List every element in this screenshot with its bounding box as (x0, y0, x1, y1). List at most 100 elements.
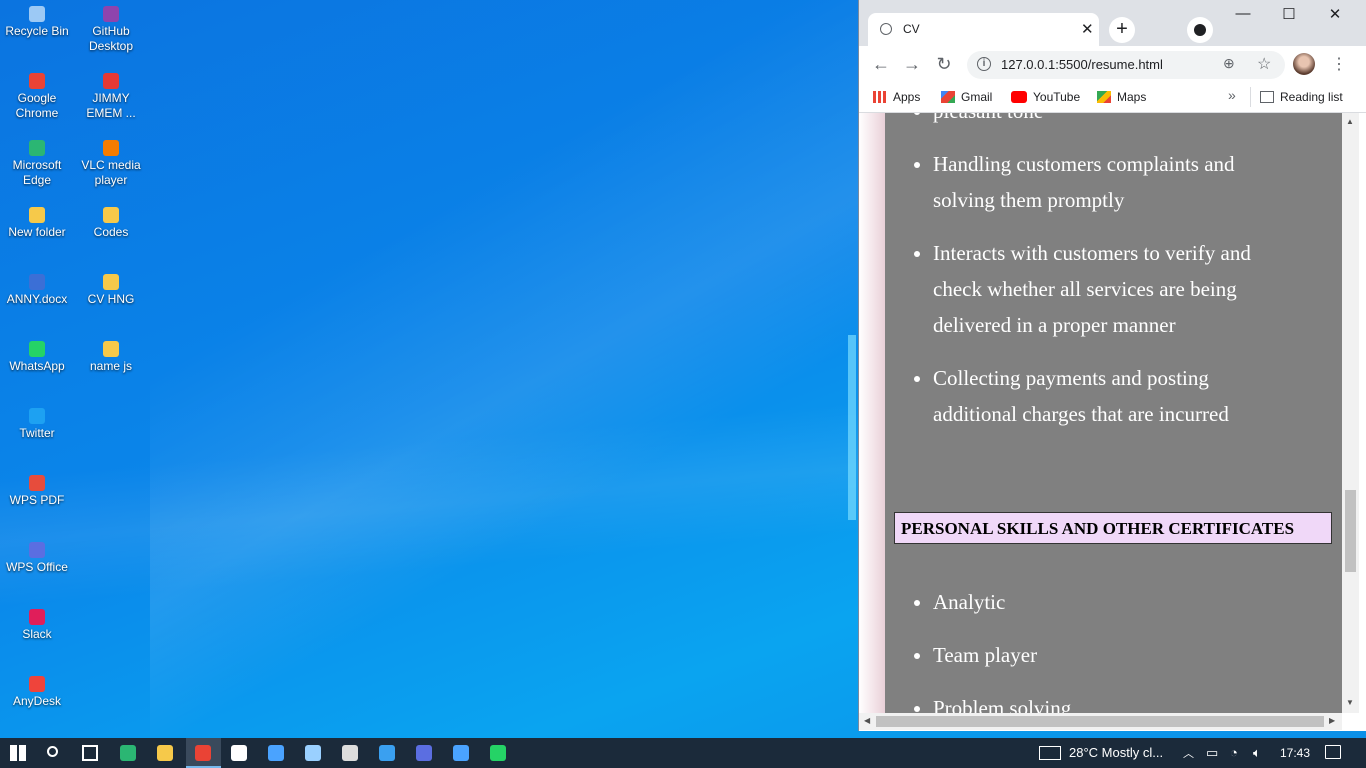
chrome-icon[interactable] (195, 745, 211, 761)
notifications-icon[interactable] (1325, 745, 1341, 759)
desktop-icon-label: Twitter (19, 426, 55, 440)
scroll-down-arrow-icon[interactable]: ▼ (1346, 698, 1354, 707)
bookmark-maps[interactable]: Maps (1097, 90, 1146, 104)
store-icon[interactable] (231, 745, 247, 761)
search-icon[interactable] (47, 746, 58, 757)
desktop-icon-label: ANNY.docx (6, 292, 68, 306)
forward-arrow-icon[interactable]: → (901, 54, 923, 75)
new-tab-button[interactable]: + (1109, 17, 1135, 43)
youtube-icon (1011, 91, 1027, 103)
bookmark-label: Gmail (961, 90, 993, 104)
scroll-thumb[interactable] (876, 716, 1324, 727)
scroll-up-arrow-icon[interactable]: ▲ (1346, 117, 1354, 126)
maximize-button[interactable]: ☐ (1279, 5, 1299, 23)
mail-icon[interactable] (268, 745, 284, 761)
start-icon[interactable] (10, 745, 26, 761)
desktop-icon[interactable]: Codes (74, 207, 148, 240)
desktop-icon-label: CV HNG (87, 292, 135, 306)
battery-icon[interactable]: ▭ (1206, 745, 1218, 761)
bookmark-gmail[interactable]: Gmail (941, 90, 992, 104)
show-hidden-icons-icon[interactable]: ︿ (1183, 745, 1194, 761)
profile-avatar[interactable] (1293, 53, 1315, 75)
desktop-icon[interactable]: Recycle Bin (0, 6, 74, 39)
reading-list-icon (1260, 91, 1274, 103)
wps-icon[interactable] (416, 745, 432, 761)
task-view-icon[interactable] (82, 745, 98, 761)
close-window-button[interactable]: ✕ (1325, 5, 1345, 23)
reading-list-label: Reading list (1280, 90, 1343, 104)
bookmark-youtube[interactable]: YouTube (1011, 90, 1080, 104)
more-bookmarks-icon[interactable]: » (1228, 87, 1236, 103)
gmail-icon (941, 91, 955, 103)
weather-text[interactable]: 28°C Mostly cl... (1069, 745, 1163, 760)
scroll-right-arrow-icon[interactable]: ▶ (1329, 716, 1335, 725)
bookmarks-bar: Apps Gmail YouTube Maps » Reading list (859, 84, 1366, 113)
desktop-icon-label: WPS Office (6, 560, 68, 574)
desktop-icon-label: WhatsApp (9, 359, 65, 373)
network-icon[interactable]: ◔ (1230, 745, 1238, 760)
reload-icon[interactable]: ↻ (933, 54, 955, 75)
desktop-icon[interactable]: Twitter (0, 408, 74, 441)
whatsapp-icon[interactable] (490, 745, 506, 761)
clock-time[interactable]: 17:43 (1280, 746, 1310, 760)
tab-cv[interactable]: CV ✕ (868, 13, 1099, 46)
tab-close-icon[interactable]: ✕ (1081, 20, 1094, 38)
reading-list-button[interactable]: Reading list (1260, 90, 1343, 104)
url-text[interactable]: 127.0.0.1:5500/resume.html (1001, 57, 1163, 72)
vlc-icon (103, 140, 119, 156)
skills-list: Analytic Team player Problem solving (885, 584, 1293, 713)
bookmark-label: Maps (1117, 90, 1147, 104)
list-item: Handling customers complaints and solvin… (933, 146, 1293, 218)
desktop-icon[interactable]: JIMMY EMEM ... (74, 73, 148, 121)
desktop-icon[interactable]: AnyDesk (0, 676, 74, 709)
minimize-button[interactable]: — (1233, 5, 1253, 22)
notepad-icon[interactable] (305, 745, 321, 761)
desktop-icon[interactable]: Slack (0, 609, 74, 642)
desktop-icon[interactable]: Microsoft Edge (0, 140, 74, 188)
tab-title: CV (903, 22, 920, 36)
desktop-icon[interactable]: New folder (0, 207, 74, 240)
desktop-icon[interactable]: WhatsApp (0, 341, 74, 374)
bookmark-star-icon[interactable]: ☆ (1257, 54, 1271, 74)
horizontal-scrollbar[interactable]: ◀ ▶ (859, 713, 1342, 730)
pdf-file-icon (103, 73, 119, 89)
bookmark-label: YouTube (1033, 90, 1081, 104)
folder-icon (103, 274, 119, 290)
vscode-icon[interactable] (379, 745, 395, 761)
desktop-icon[interactable]: name js (74, 341, 148, 374)
site-info-icon[interactable]: i (977, 57, 991, 71)
desktop-icon-label: Slack (22, 627, 52, 641)
globe-icon (880, 23, 892, 35)
address-bar[interactable]: i 127.0.0.1:5500/resume.html ⊕ ☆ (967, 51, 1285, 79)
vertical-scrollbar[interactable]: ▲ ▼ (1342, 113, 1359, 713)
folder-icon (103, 341, 119, 357)
photos-icon[interactable] (453, 745, 469, 761)
back-arrow-icon[interactable]: ← (870, 54, 892, 75)
tab-search-button[interactable] (1187, 17, 1213, 43)
chrome-icon (29, 73, 45, 89)
zoom-icon[interactable]: ⊕ (1223, 55, 1235, 72)
list-item: Team player (933, 637, 1293, 673)
taskbar: 28°C Mostly cl... ︿ ▭ ◔ 🔈︎ 17:43 (0, 738, 1366, 768)
edge-icon (29, 140, 45, 156)
desktop-icon[interactable]: ANNY.docx (0, 274, 74, 307)
desktop-icon[interactable]: WPS Office (0, 542, 74, 575)
desktop-icon[interactable]: WPS PDF (0, 475, 74, 508)
weather-news-icon[interactable] (1039, 746, 1061, 760)
desktop-icon[interactable]: VLC media player (74, 140, 148, 188)
window-snap-glow (848, 335, 856, 520)
kebab-menu-icon[interactable]: ⋮ (1331, 54, 1347, 74)
desktop-icon[interactable]: GitHub Desktop (74, 6, 148, 54)
scroll-thumb[interactable] (1345, 490, 1356, 572)
file-explorer-icon[interactable] (157, 745, 173, 761)
bookmark-apps[interactable]: Apps (873, 90, 920, 104)
list-item: Collecting payments and posting addition… (933, 360, 1293, 432)
volume-icon[interactable]: 🔈︎ (1253, 745, 1261, 761)
desktop-icon[interactable]: CV HNG (74, 274, 148, 307)
edge-icon[interactable] (120, 745, 136, 761)
terminal-icon[interactable] (342, 745, 358, 761)
word-doc-icon (29, 274, 45, 290)
desktop-icon[interactable]: Google Chrome (0, 73, 74, 121)
scroll-left-arrow-icon[interactable]: ◀ (864, 716, 870, 725)
wallpaper-light-ray (0, 380, 860, 630)
